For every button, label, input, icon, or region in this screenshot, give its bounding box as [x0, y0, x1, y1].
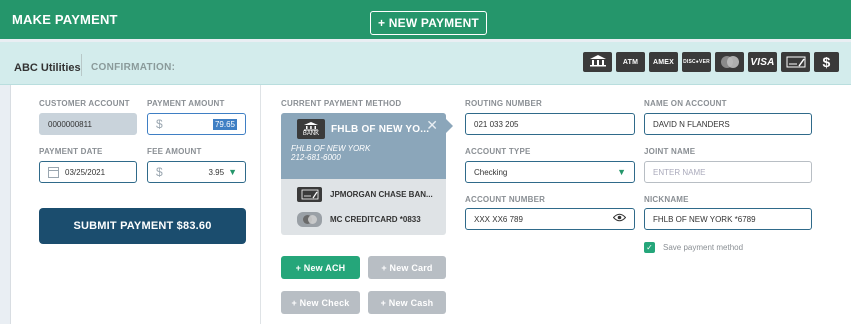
payment-date-value: 03/25/2021 [65, 167, 106, 177]
fee-amount-value: 3.95 [208, 167, 225, 177]
close-icon[interactable]: ✕ [426, 117, 438, 134]
bank-icon [583, 52, 612, 72]
top-bar: MAKE PAYMENT + NEW PAYMENT [0, 0, 851, 39]
routing-number-label: ROUTING NUMBER [465, 99, 543, 108]
name-on-account-input[interactable]: DAVID N FLANDERS [644, 113, 812, 135]
customer-account-label: CUSTOMER ACCOUNT [39, 99, 130, 108]
nickname-input[interactable]: FHLB OF NEW YORK *6789 [644, 208, 812, 230]
sub-header: ABC Utilities CONFIRMATION: ATM AMEX DIS… [0, 42, 851, 85]
mastercard-icon [715, 52, 744, 72]
bank-icon: BANK [297, 119, 325, 139]
payment-date-input[interactable]: 03/25/2021 [39, 161, 137, 183]
payment-panel: CUSTOMER ACCOUNT 0000000811 PAYMENT AMOU… [10, 85, 851, 324]
dollar-icon: $ [814, 52, 839, 72]
column-divider [260, 85, 261, 324]
joint-name-label: JOINT NAME [644, 147, 696, 156]
current-payment-method-label: CURRENT PAYMENT METHOD [281, 99, 402, 108]
selected-method-bank: FHLB OF NEW YORK [291, 144, 371, 153]
chevron-down-icon: ▼ [617, 167, 626, 177]
payment-method-item[interactable]: MC CREDITCARD *0833 [297, 212, 421, 227]
payment-method-item-label: MC CREDITCARD *0833 [330, 215, 421, 224]
routing-number-value: 021 033 205 [474, 119, 519, 129]
dollar-icon: $ [156, 165, 163, 179]
save-method-checkbox[interactable]: ✓ [644, 242, 655, 253]
routing-number-input[interactable]: 021 033 205 [465, 113, 635, 135]
visa-icon: VISA [748, 52, 777, 72]
bank-icon-label: BANK [302, 130, 320, 137]
payment-amount-value: 79.65 [212, 118, 237, 130]
discover-icon: DISC●VER [682, 52, 711, 72]
divider [81, 54, 82, 76]
chevron-down-icon: ▼ [228, 167, 237, 177]
account-number-value: XXX XX6 789 [474, 214, 523, 224]
payment-method-selected[interactable]: BANK FHLB OF NEW YO... ✕ FHLB OF NEW YOR… [281, 113, 453, 179]
new-payment-button[interactable]: + NEW PAYMENT [370, 11, 487, 35]
payment-summary: CUSTOMER ACCOUNT 0000000811 PAYMENT AMOU… [11, 85, 260, 324]
save-method-label: Save payment method [663, 243, 744, 252]
account-type-label: ACCOUNT TYPE [465, 147, 531, 156]
nickname-value: FHLB OF NEW YORK *6789 [653, 214, 756, 224]
selected-method-name: FHLB OF NEW YO... [331, 124, 430, 135]
payment-method-list: BANK FHLB OF NEW YO... ✕ FHLB OF NEW YOR… [281, 113, 453, 235]
payment-type-icons: ATM AMEX DISC●VER VISA $ [583, 52, 839, 72]
payment-amount-input[interactable]: $ 79.65 [147, 113, 246, 135]
mastercard-icon [297, 212, 322, 227]
account-number-input[interactable]: XXX XX6 789 [465, 208, 635, 230]
make-payment-app: MAKE PAYMENT + NEW PAYMENT ABC Utilities… [0, 0, 851, 324]
joint-name-placeholder: ENTER NAME [653, 167, 706, 177]
customer-account-field: 0000000811 [39, 113, 137, 135]
new-check-button[interactable]: + New Check [281, 291, 360, 314]
payment-amount-label: PAYMENT AMOUNT [147, 99, 225, 108]
payment-date-label: PAYMENT DATE [39, 147, 103, 156]
name-on-account-value: DAVID N FLANDERS [653, 119, 730, 129]
payment-method-item-label: JPMORGAN CHASE BAN... [330, 190, 433, 199]
fee-amount-select[interactable]: $ 3.95 ▼ [147, 161, 246, 183]
page-title: MAKE PAYMENT [12, 12, 118, 27]
eye-icon[interactable] [612, 213, 627, 225]
dollar-icon: $ [156, 117, 163, 131]
company-name: ABC Utilities [14, 62, 81, 74]
calendar-icon [48, 166, 59, 178]
payment-method-item[interactable]: JPMORGAN CHASE BAN... [297, 187, 433, 202]
check-icon [781, 52, 810, 72]
submit-payment-button[interactable]: SUBMIT PAYMENT $83.60 [39, 208, 246, 244]
new-ach-button[interactable]: + New ACH [281, 256, 360, 279]
joint-name-input[interactable]: ENTER NAME [644, 161, 812, 183]
atm-icon: ATM [616, 52, 645, 72]
name-on-account-label: NAME ON ACCOUNT [644, 99, 727, 108]
tab-confirmation[interactable]: CONFIRMATION: [91, 62, 175, 73]
account-number-label: ACCOUNT NUMBER [465, 195, 546, 204]
check-icon [297, 187, 322, 202]
account-type-value: Checking [474, 167, 508, 177]
account-type-select[interactable]: Checking ▼ [465, 161, 635, 183]
new-card-button[interactable]: + New Card [368, 256, 446, 279]
fee-amount-label: FEE AMOUNT [147, 147, 202, 156]
selected-method-phone: 212-681-6000 [291, 153, 341, 162]
customer-account-value: 0000000811 [48, 119, 92, 129]
nickname-label: NICKNAME [644, 195, 689, 204]
amex-icon: AMEX [649, 52, 678, 72]
new-cash-button[interactable]: + New Cash [368, 291, 446, 314]
